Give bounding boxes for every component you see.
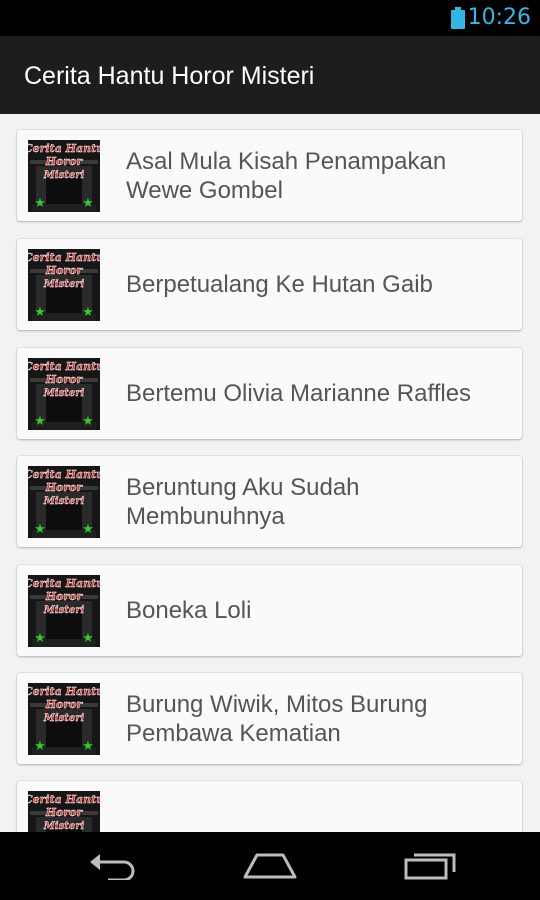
thumbnail-art: Cerita HantuHoror Misteri ★ ★ [28, 683, 100, 755]
thumbnail-art: Cerita HantuHororMisteri★★ [28, 791, 100, 832]
list-item[interactable]: Cerita HantuHoror Misteri ★ ★ Burung Wiwik,… [17, 673, 522, 764]
thumbnail-title-line: Cerita Hantu [28, 577, 100, 590]
list-item-label: Burung Wiwik, Mitos Burung Pembawa Kemat… [126, 690, 428, 747]
list-item-label: Beruntung Aku Sudah Membunuhnya [126, 473, 360, 530]
clock: 10:26 [467, 5, 531, 30]
list-item[interactable]: Cerita HantuHoror Misteri ★ ★ Boneka Loli [17, 565, 522, 656]
star-icon: ★ [34, 414, 46, 429]
story-thumbnail: Cerita HantuHoror Misteri ★ ★ [28, 358, 100, 430]
thumbnail-title-line: Cerita Hantu [28, 685, 100, 698]
thumbnail-title-line: Misteri [43, 713, 85, 724]
thumbnail-title-line: Horor [45, 373, 84, 386]
list-item-label: Asal Mula Kisah Penampakan Wewe Gombel [126, 147, 447, 204]
story-thumbnail: Cerita HantuHoror Misteri ★ ★ [28, 683, 100, 755]
recent-apps-icon [404, 853, 456, 880]
star-icon: ★ [82, 739, 94, 754]
thumbnail-title-line: Misteri [43, 605, 85, 616]
thumbnail-title-line: Cerita Hantu [28, 468, 100, 481]
story-thumbnail: Cerita HantuHororMisteri★★ [28, 791, 100, 832]
story-thumbnail: Cerita HantuHoror Misteri ★ ★ [28, 466, 100, 538]
thumbnail-title-line: Misteri [43, 279, 85, 290]
list-item-label [126, 781, 506, 832]
thumbnail-title-line: Horor [45, 481, 84, 494]
thumbnail-art: Cerita HantuHoror Misteri ★ ★ [28, 358, 100, 430]
story-thumbnail: Cerita HantuHoror Misteri ★ ★ [28, 575, 100, 647]
thumbnail-art: Cerita HantuHoror Misteri ★ ★ [28, 140, 100, 212]
thumbnail-title-line: Cerita Hantu [28, 251, 100, 264]
list-item[interactable]: Cerita HantuHoror Misteri ★ ★ Asal Mula Kis… [17, 130, 522, 221]
thumbnail-title-line: Horor [45, 264, 84, 277]
list-item-label: Bertemu Olivia Marianne Raffles [126, 380, 472, 407]
star-icon: ★ [34, 631, 46, 646]
thumbnail-title-line: Misteri [43, 821, 85, 832]
thumbnail-title-line: Misteri [43, 388, 85, 399]
star-icon: ★ [34, 522, 46, 537]
thumbnail-title-line: Horor [45, 698, 84, 711]
back-button[interactable] [53, 832, 173, 900]
thumbnail-title-line: Misteri [43, 170, 85, 181]
list-item-label: Boneka Loli [126, 597, 252, 624]
list-item[interactable]: Cerita HantuHoror Misteri ★ ★ Beruntung Aku… [17, 456, 522, 547]
thumbnail-art: Cerita HantuHoror Misteri ★ ★ [28, 575, 100, 647]
star-icon: ★ [82, 522, 94, 537]
star-icon: ★ [34, 305, 46, 320]
list-item[interactable]: Cerita HantuHororMisteri★★ [17, 781, 522, 832]
back-icon [90, 854, 135, 880]
star-icon: ★ [82, 305, 94, 320]
star-icon: ★ [82, 414, 94, 429]
thumbnail-art: Cerita HantuHoror Misteri ★ ★ [28, 466, 100, 538]
battery-icon [451, 7, 465, 29]
star-icon: ★ [82, 196, 94, 211]
thumbnail-art: Cerita HantuHoror Misteri ★ ★ [28, 249, 100, 321]
navigation-bar [0, 832, 540, 900]
thumbnail-title-line: Misteri [43, 496, 85, 507]
star-icon: ★ [82, 631, 94, 646]
story-list[interactable]: Cerita HantuHororMisteri★★ Asal Mula Kis… [0, 114, 540, 832]
star-icon: ★ [34, 196, 46, 211]
star-icon: ★ [34, 739, 46, 754]
status-bar: 10:26 [0, 0, 540, 36]
home-icon [243, 853, 297, 879]
home-button[interactable] [210, 832, 330, 900]
thumbnail-title-line: Cerita Hantu [28, 142, 100, 155]
thumbnail-title-line: Horor [45, 590, 84, 603]
story-thumbnail: Cerita HantuHoror Misteri ★ ★ [28, 140, 100, 212]
app-title: Cerita Hantu Horor Misteri [24, 62, 315, 90]
thumbnail-title-line: Cerita Hantu [28, 360, 100, 373]
action-bar: Cerita Hantu Horor Misteri [0, 36, 540, 114]
list-item[interactable]: Cerita HantuHoror Misteri ★ ★ Berpetualang … [17, 239, 522, 330]
thumbnail-title-line: Cerita Hantu [28, 793, 100, 806]
recent-apps-button[interactable] [370, 832, 490, 900]
list-item-label: Berpetualang Ke Hutan Gaib [126, 271, 433, 298]
story-thumbnail: Cerita HantuHoror Misteri ★ ★ [28, 249, 100, 321]
thumbnail-title-line: Horor [45, 155, 84, 168]
list-item[interactable]: Cerita HantuHoror Misteri ★ ★ Bertemu Olivi… [17, 348, 522, 439]
thumbnail-title-line: Horor [45, 806, 84, 819]
